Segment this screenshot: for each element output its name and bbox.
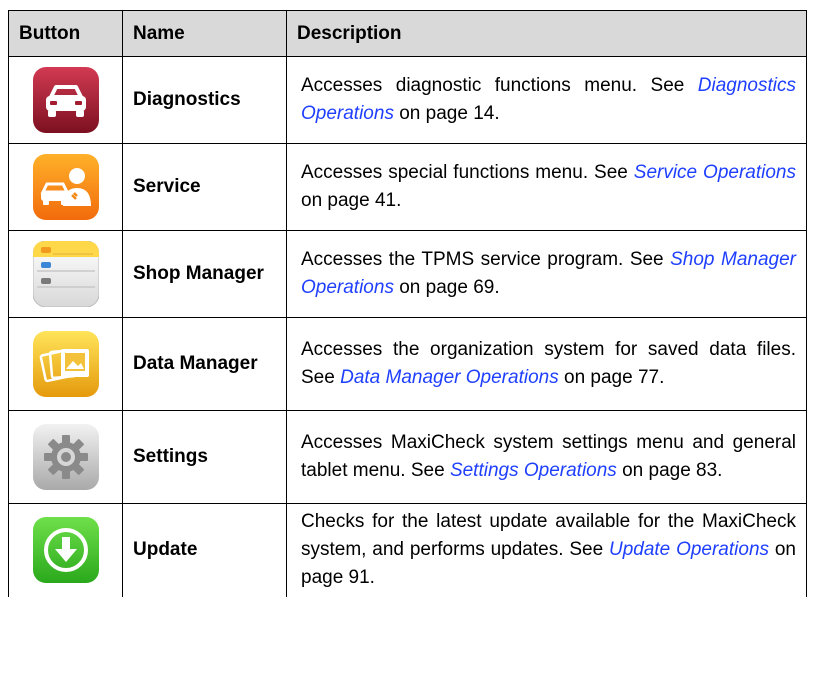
table-row: Settings Accesses MaxiCheck system setti… — [8, 410, 807, 504]
row-description: Accesses special functions menu. See Ser… — [286, 143, 807, 231]
row-description: Accesses the organization system for sav… — [286, 317, 807, 411]
row-description: Accesses diagnostic functions menu. See … — [286, 56, 807, 144]
table-row: Diagnostics Accesses diagnostic function… — [8, 56, 807, 144]
row-name: Service — [122, 143, 287, 231]
row-name: Data Manager — [122, 317, 287, 411]
row-name: Settings — [122, 410, 287, 504]
service-app-icon[interactable] — [32, 154, 99, 220]
service-operations-link[interactable]: Service Operations — [634, 162, 796, 183]
gear-icon — [32, 424, 99, 490]
data-manager-operations-link[interactable]: Data Manager Operations — [340, 367, 559, 388]
photo-files-icon — [32, 331, 99, 397]
row-description: Accesses MaxiCheck system settings menu … — [286, 410, 807, 504]
update-operations-link[interactable]: Update Operations — [609, 539, 769, 560]
header-name: Name — [122, 10, 287, 57]
row-description: Checks for the latest update available f… — [286, 503, 807, 597]
download-arrow-icon — [32, 517, 99, 584]
table-row: Shop Manager Accesses the TPMS service p… — [8, 230, 807, 318]
settings-app-icon[interactable] — [32, 424, 99, 490]
header-button: Button — [8, 10, 123, 57]
row-name: Diagnostics — [122, 56, 287, 144]
row-description: Accesses the TPMS service program. See S… — [286, 230, 807, 318]
data-manager-app-icon[interactable] — [32, 331, 99, 397]
table-header-row: Button Name Description — [8, 10, 807, 57]
car-service-person-icon — [32, 154, 99, 220]
table-row: Data Manager Accesses the organization s… — [8, 317, 807, 411]
diagnostics-app-icon[interactable] — [32, 67, 99, 133]
button-table: Button Name Description Diagnostics Acce… — [8, 10, 807, 597]
update-app-icon[interactable] — [32, 517, 99, 584]
table-row: Update Checks for the latest update avai… — [8, 503, 807, 597]
row-name: Shop Manager — [122, 230, 287, 318]
header-description: Description — [286, 10, 807, 57]
shop-manager-app-icon[interactable] — [32, 241, 99, 307]
settings-operations-link[interactable]: Settings Operations — [450, 460, 617, 481]
car-icon — [32, 67, 99, 133]
row-name: Update — [122, 503, 287, 597]
table-row: Service Accesses special functions menu.… — [8, 143, 807, 231]
car-list-icon — [32, 241, 99, 307]
